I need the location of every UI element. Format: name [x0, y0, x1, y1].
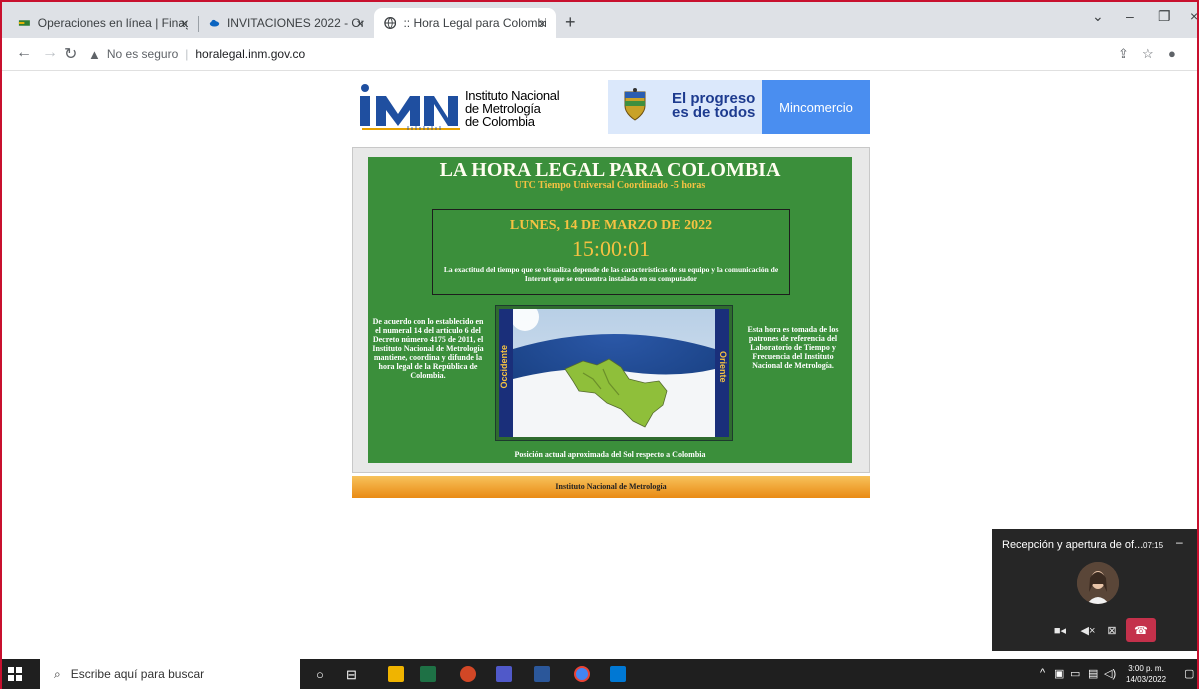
tab-finagro[interactable]: Operaciones en línea | Finagro ×	[8, 8, 198, 38]
accuracy-note: La exactitud del tiempo que se visualiza…	[443, 265, 779, 283]
government-banner: El progreso es de todos Mincomercio	[608, 80, 870, 134]
legal-basis-text: De acuerdo con lo establecido en el nume…	[372, 317, 484, 380]
call-title: Recepción y apertura de of...	[1002, 539, 1144, 551]
search-placeholder: Escribe aquí para buscar	[70, 667, 205, 681]
avatar	[1077, 562, 1119, 604]
url-text[interactable]: horalegal.inm.gov.co	[195, 47, 305, 61]
notifications-icon[interactable]: ▢	[1184, 667, 1194, 680]
tab-strip: Operaciones en línea | Finagro × INVITAC…	[0, 0, 1199, 38]
forward-arrow-icon[interactable]: →	[42, 44, 58, 62]
security-label[interactable]: No es seguro	[107, 47, 178, 61]
volume-icon[interactable]: ◁)	[1104, 667, 1116, 680]
meet-now-icon[interactable]: ▣	[1054, 667, 1064, 680]
call-popup[interactable]: Recepción y apertura de of... 07:15 – ■◂…	[992, 529, 1199, 651]
gov-slogan: El progreso es de todos	[672, 91, 756, 121]
tab-search-chevron-icon[interactable]: ⌄	[1092, 8, 1104, 25]
browser-toolbar: ← → ↻ ▲ No es seguro | horalegal.inm.gov…	[0, 38, 1199, 71]
clock-date: 14/03/2022	[1126, 675, 1167, 684]
current-time: 15:00:01	[571, 236, 651, 261]
coat-of-arms-icon	[624, 88, 646, 121]
bookmark-star-icon[interactable]: ☆	[1142, 46, 1154, 62]
taskbar-search[interactable]: ⌕ Escribe aquí para buscar	[40, 659, 300, 689]
inm-name-line: de Colombia	[465, 114, 535, 129]
profile-icon[interactable]: ●	[1168, 46, 1176, 61]
site-header: Instituto Nacional de Metrología de Colo…	[352, 80, 870, 136]
outlook-icon[interactable]	[610, 666, 626, 682]
close-window-button[interactable]: ×	[1190, 8, 1198, 24]
search-icon: ⌕	[54, 666, 61, 681]
west-label: Occidente	[499, 345, 509, 389]
reload-icon[interactable]: ↻	[64, 44, 77, 64]
address-divider: |	[185, 47, 189, 61]
page-footer: Instituto Nacional de Metrología	[352, 476, 870, 498]
clock-time: 3:00 p. m.	[1128, 664, 1164, 673]
windows-start-icon[interactable]	[8, 667, 22, 681]
taskbar: ⌕ Escribe aquí para buscar ○ ⊟ ^ ▣ ▭ ▤ ◁…	[0, 659, 1199, 689]
share-icon[interactable]: ⇪	[1118, 46, 1129, 62]
onedrive-icon	[209, 19, 220, 27]
task-view-icon[interactable]: ⊟	[346, 667, 357, 683]
address-bar[interactable]: ▲ No es seguro | horalegal.inm.gov.co	[88, 43, 1128, 65]
teams-icon[interactable]	[496, 666, 512, 682]
new-tab-button[interactable]: +	[565, 12, 576, 33]
restore-button[interactable]: ❐	[1158, 8, 1171, 25]
call-minimize-button[interactable]: –	[1176, 535, 1183, 549]
tab-onedrive[interactable]: INVITACIONES 2022 - OneDrive ×	[199, 8, 374, 38]
tab-hora-legal[interactable]: :: Hora Legal para Colombia :: ×	[374, 8, 556, 38]
clock-panel: LA HORA LEGAL PARA COLOMBIA UTC Tiempo U…	[368, 157, 852, 463]
camera-off-icon[interactable]: ■◂	[1048, 618, 1072, 642]
network-icon[interactable]: ▤	[1088, 667, 1098, 680]
panel-subtitle: UTC Tiempo Universal Coordinado -5 horas	[514, 180, 706, 191]
back-arrow-icon[interactable]: ←	[16, 44, 32, 62]
tab-close-icon[interactable]: ×	[356, 16, 364, 31]
map-caption: Posición actual aproximada del Sol respe…	[514, 450, 706, 459]
cortana-icon[interactable]: ○	[316, 667, 324, 682]
tab-close-icon[interactable]: ×	[180, 16, 188, 31]
globe-icon	[384, 17, 397, 29]
excel-icon[interactable]	[420, 666, 436, 682]
battery-icon[interactable]: ▭	[1070, 667, 1080, 680]
sun-position-map: Occidente Oriente	[495, 305, 733, 441]
tab-label: :: Hora Legal para Colombia ::	[403, 16, 546, 30]
tray-chevron-icon[interactable]: ^	[1040, 667, 1045, 679]
colombia-map-image	[513, 309, 715, 437]
warning-icon: ▲	[88, 46, 101, 62]
minimize-button[interactable]: –	[1126, 8, 1134, 24]
clock-box: LUNES, 14 DE MARZO DE 2022 15:00:01 La e…	[432, 209, 790, 295]
hang-up-button[interactable]: ☎	[1126, 618, 1156, 642]
inm-name: Instituto Nacional de Metrología de Colo…	[465, 89, 560, 129]
tab-label: INVITACIONES 2022 - OneDrive	[226, 16, 364, 30]
current-date: LUNES, 14 DE MARZO DE 2022	[509, 218, 713, 233]
tab-close-icon[interactable]: ×	[538, 16, 546, 31]
ministry-label: Mincomercio	[762, 80, 870, 134]
east-label: Oriente	[718, 351, 728, 383]
tab-label: Operaciones en línea | Finagro	[37, 16, 188, 30]
chrome-icon[interactable]	[574, 666, 590, 682]
call-duration: 07:15	[1143, 541, 1164, 550]
share-screen-icon[interactable]: ⊠	[1102, 618, 1122, 642]
slogan-line: es de todos	[672, 104, 756, 121]
map-frame: Occidente Oriente	[499, 309, 729, 437]
powerpoint-icon[interactable]	[460, 666, 476, 682]
file-explorer-icon[interactable]	[388, 666, 404, 682]
mute-icon[interactable]: ◀×	[1076, 618, 1100, 642]
word-icon[interactable]	[534, 666, 550, 682]
time-source-text: Esta hora es tomada de los patrones de r…	[747, 325, 839, 370]
system-clock[interactable]: 3:00 p. m. 14/03/2022	[1126, 663, 1166, 685]
person-icon	[1077, 562, 1119, 604]
finagro-icon	[18, 20, 30, 26]
panel-title: LA HORA LEGAL PARA COLOMBIA	[439, 159, 781, 181]
